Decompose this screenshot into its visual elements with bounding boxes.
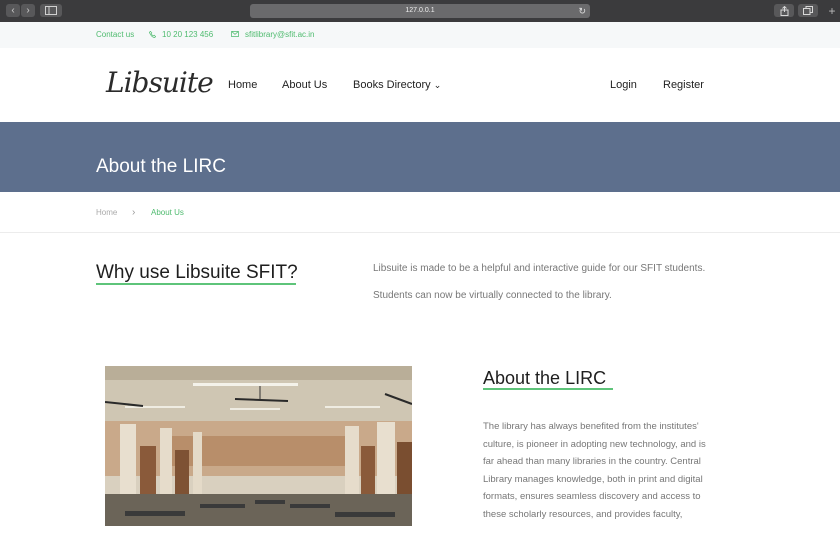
phone-number: 10 20 123 456: [162, 30, 214, 39]
envelope-icon: [231, 31, 239, 37]
nav-register[interactable]: Register: [663, 48, 704, 122]
about-line: Library manages knowledge, both in print…: [483, 473, 703, 485]
about-line: these scholarly resources, and provides …: [483, 508, 683, 520]
breadcrumb-home[interactable]: Home: [96, 192, 117, 233]
nav-home[interactable]: Home: [228, 48, 257, 122]
why-text-line-1: Libsuite is made to be a helpful and int…: [373, 263, 706, 274]
tabs-icon: [803, 6, 813, 15]
forward-button[interactable]: ›: [21, 4, 35, 17]
why-text-line-2: Students can now be virtually connected …: [373, 290, 612, 301]
chevron-down-icon: ⌄: [433, 80, 442, 90]
address-bar[interactable]: 127.0.0.1 ↻: [250, 4, 590, 18]
sidebar-icon: [45, 6, 57, 15]
why-heading: Why use Libsuite SFIT?: [96, 262, 298, 283]
site-header: Libsuite Home About Us Books Directory ⌄…: [0, 48, 840, 122]
nav-books-directory[interactable]: Books Directory ⌄: [353, 48, 441, 122]
address-bar-url: 127.0.0.1: [405, 7, 435, 14]
contact-us-link[interactable]: Contact us: [96, 22, 134, 48]
about-line: formats, ensures seamless discovery and …: [483, 491, 701, 502]
library-interior-image: [105, 366, 412, 526]
about-line: far ahead than many libraries in the cou…: [483, 456, 701, 467]
email-contact[interactable]: sfitlibrary@sfit.ac.in: [231, 22, 314, 48]
about-line: The library has always benefited from th…: [483, 421, 699, 432]
chevron-right-icon: ›: [26, 5, 30, 16]
new-tab-button[interactable]: +: [826, 2, 838, 20]
sidebar-button[interactable]: [40, 4, 62, 17]
tabs-button[interactable]: [798, 4, 818, 17]
chevron-left-icon: ‹: [11, 5, 15, 16]
browser-toolbar: ‹ › 127.0.0.1 ↻ +: [0, 0, 840, 22]
breadcrumb: Home › About Us: [0, 192, 840, 233]
nav-books-directory-label: Books Directory: [353, 79, 431, 91]
email-address: sfitlibrary@sfit.ac.in: [245, 30, 315, 39]
page-banner: About the LIRC: [0, 122, 840, 192]
share-icon: [780, 5, 788, 16]
contact-bar: Contact us 10 20 123 456 sfitlibrary@sfi…: [0, 22, 840, 48]
about-heading: About the LIRC: [483, 368, 607, 388]
share-button[interactable]: [774, 4, 794, 17]
page-title: About the LIRC: [96, 156, 226, 177]
site-logo[interactable]: Libsuite: [106, 66, 214, 99]
phone-contact[interactable]: 10 20 123 456: [149, 22, 213, 48]
about-paragraph: The library has always benefited from th…: [483, 418, 745, 523]
breadcrumb-current: About Us: [151, 208, 184, 217]
reload-icon[interactable]: ↻: [578, 4, 586, 18]
about-line: culture, is pioneer in adopting new tech…: [483, 438, 706, 450]
about-heading-underline: [483, 388, 613, 390]
library-photo: [105, 366, 412, 526]
nav-about-us[interactable]: About Us: [282, 48, 327, 122]
nav-login[interactable]: Login: [610, 48, 637, 122]
phone-icon: [149, 31, 156, 38]
breadcrumb-separator-icon: ›: [132, 207, 136, 218]
back-button[interactable]: ‹: [6, 4, 20, 17]
why-heading-underline: [96, 283, 296, 285]
